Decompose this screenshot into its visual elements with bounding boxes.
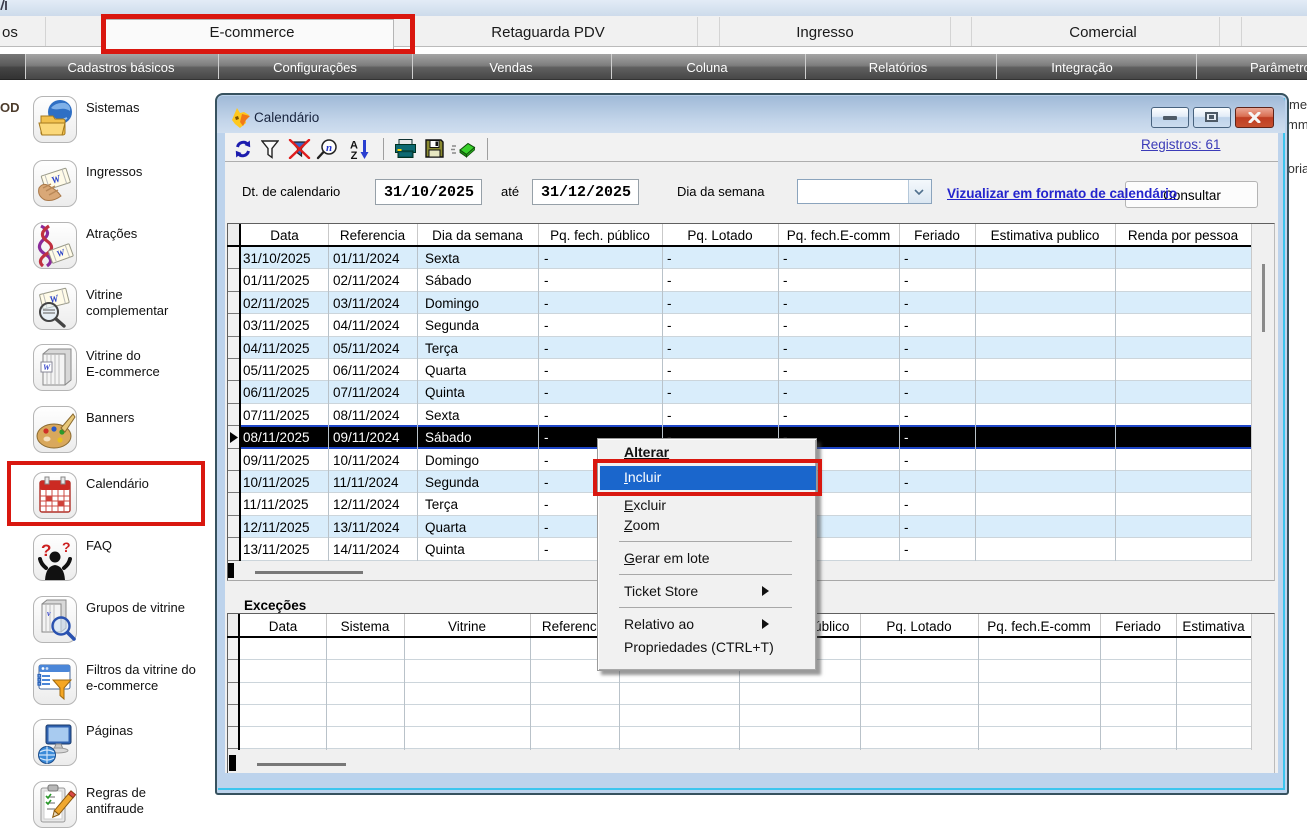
svg-text:W: W xyxy=(43,363,51,372)
svg-text:v: v xyxy=(47,609,51,618)
svg-text:n: n xyxy=(326,142,332,154)
svg-text:?: ? xyxy=(62,539,71,555)
svg-text:Z: Z xyxy=(351,150,358,160)
